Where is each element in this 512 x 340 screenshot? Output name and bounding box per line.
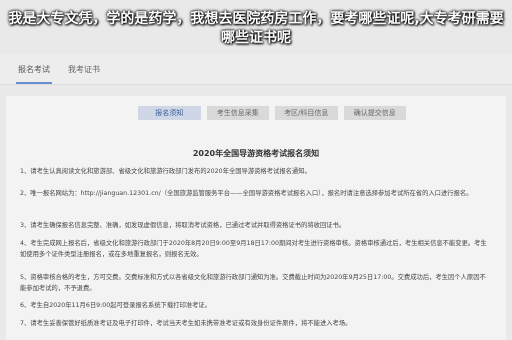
top-tab-bar: 报名考试 我考证书 bbox=[0, 54, 512, 85]
notice-item: 7、请考生妥善保管好纸质准考证及电子打印件，考试当天考生如未携带准考证或有效身份… bbox=[20, 320, 352, 327]
step-exam-area[interactable]: 考区/科目信息 bbox=[275, 106, 338, 120]
page: 我是大专文凭，学的是药学，我想去医院药房工作，要考哪些证呢,大专考研需要哪些证书… bbox=[0, 0, 512, 340]
notice-title: 2020年全国导游资格考试报名须知 bbox=[192, 149, 320, 158]
notice-item: 4、考生完成网上报名后，省级文化和旅游行政部门于2020年8月20日9:00至9… bbox=[20, 240, 487, 258]
registration-card: 报名须知 考生信息采集 考区/科目信息 确认提交信息 2020年全国导游资格考试… bbox=[6, 96, 506, 340]
tab-register-exam[interactable]: 报名考试 bbox=[16, 64, 52, 84]
step-info-collection[interactable]: 考生信息采集 bbox=[206, 106, 269, 120]
tab-my-certificates[interactable]: 我考证书 bbox=[68, 64, 100, 75]
step-bar: 报名须知 考生信息采集 考区/科目信息 确认提交信息 bbox=[138, 106, 406, 120]
notice-item: 1、请考生认真阅读文化和旅游部、省级文化和旅游行政部门发布的2020年全国导游资… bbox=[20, 168, 311, 175]
overlay-title: 我是大专文凭，学的是药学，我想去医院药房工作，要考哪些证呢,大专考研需要哪些证书… bbox=[8, 11, 504, 46]
step-notice[interactable]: 报名须知 bbox=[138, 106, 201, 120]
notice-item: 5、资格审核合格的考生，方可交费。交费标准和方式以各省级文化和旅游行政部门通知为… bbox=[20, 274, 486, 292]
notice-item: 6、考生自2020年11月6日9:00起可登录报名系统下载打印准考证。 bbox=[20, 302, 212, 309]
step-confirm[interactable]: 确认提交信息 bbox=[343, 106, 406, 120]
notice-item: 3、请考生确保报名信息完整、准确，如发现虚假信息，将取消考试资格，已通过考试并取… bbox=[20, 222, 346, 229]
notice-item: 2、唯一报名网站为：http://jianguan.12301.cn/（全国旅游… bbox=[20, 190, 473, 197]
